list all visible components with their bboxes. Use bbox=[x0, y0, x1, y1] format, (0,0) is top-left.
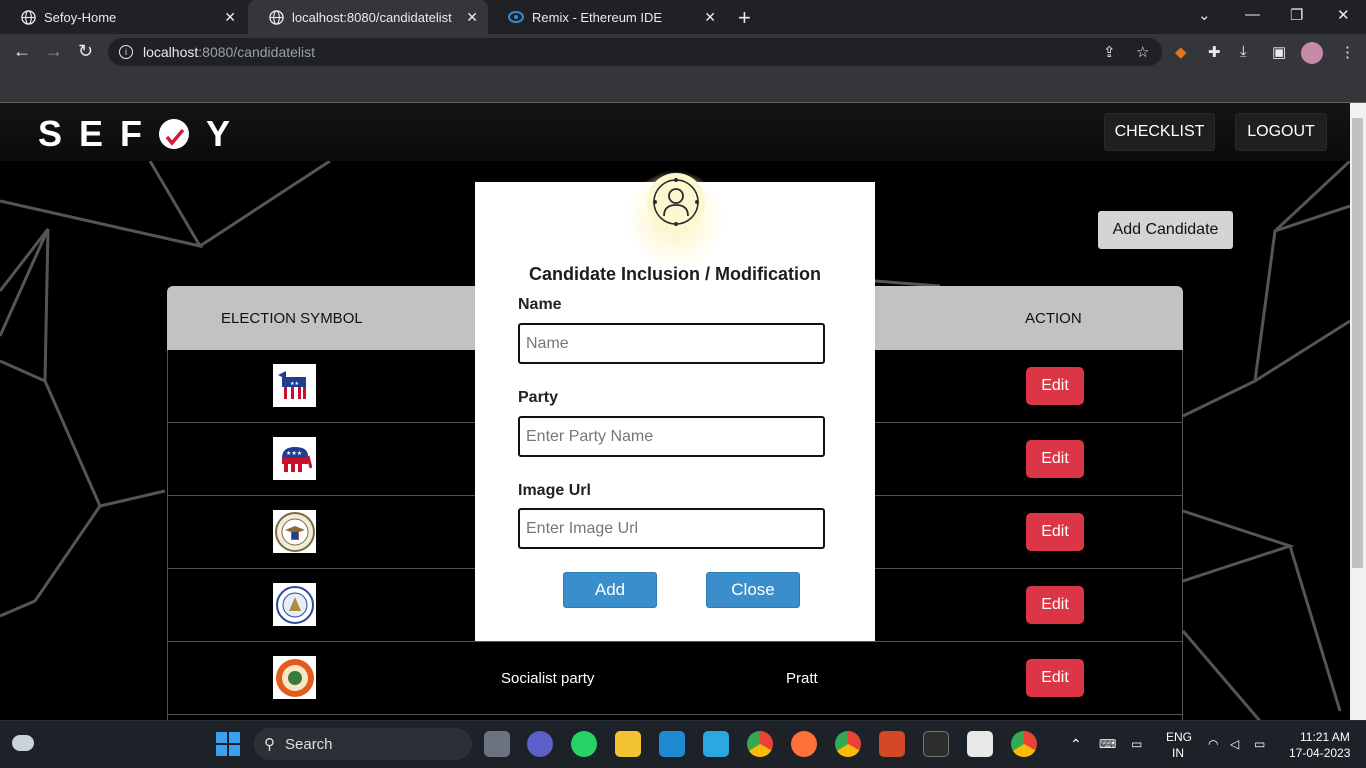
url-path: :8080/candidatelist bbox=[198, 44, 316, 60]
weather-icon[interactable] bbox=[12, 735, 34, 751]
edit-button[interactable]: Edit bbox=[1026, 513, 1084, 551]
image-url-input[interactable] bbox=[518, 508, 825, 549]
menu-icon[interactable]: ⋮ bbox=[1340, 43, 1355, 61]
reload-icon[interactable]: ↻ bbox=[78, 41, 93, 62]
keyboard-icon[interactable]: ⌨ bbox=[1099, 737, 1116, 751]
battery-icon[interactable]: ▭ bbox=[1254, 737, 1265, 751]
snipping-tool-icon[interactable] bbox=[967, 731, 993, 757]
close-icon[interactable]: ✕ bbox=[466, 9, 478, 26]
desktop-icon[interactable] bbox=[703, 731, 729, 757]
party-input[interactable] bbox=[518, 416, 825, 457]
party-label: Party bbox=[518, 389, 559, 406]
tab-title: Remix - Ethereum IDE bbox=[532, 9, 663, 25]
add-candidate-button[interactable]: Add Candidate bbox=[1098, 211, 1233, 249]
volume-icon[interactable]: ◁ bbox=[1230, 737, 1239, 751]
vscode-icon[interactable] bbox=[659, 731, 685, 757]
logo-text: SEF bbox=[38, 113, 160, 154]
extensions-icon[interactable]: ✚ bbox=[1208, 43, 1221, 61]
candidate-modal: Candidate Inclusion / Modification Name … bbox=[475, 170, 875, 641]
logout-button[interactable]: LOGOUT bbox=[1235, 113, 1327, 151]
edit-button[interactable]: Edit bbox=[1026, 659, 1084, 697]
edit-button[interactable]: Edit bbox=[1026, 367, 1084, 405]
language-eng[interactable]: ENG bbox=[1166, 730, 1192, 744]
site-header: SEF Y CHECKLIST LOGOUT bbox=[0, 103, 1350, 161]
profile-avatar[interactable] bbox=[1301, 42, 1323, 64]
clock-date: 17-04-2023 bbox=[1289, 746, 1351, 760]
scrollbar-thumb[interactable] bbox=[1352, 118, 1363, 568]
back-icon[interactable]: ← bbox=[13, 41, 31, 62]
name-label: Name bbox=[518, 296, 562, 313]
donkey-symbol-icon: ★★ bbox=[273, 364, 316, 407]
table-row: Socialist party Pratt Edit bbox=[167, 642, 1183, 715]
check-icon bbox=[159, 119, 190, 149]
touchpad-icon[interactable]: ▭ bbox=[1131, 737, 1142, 751]
windows-start-icon[interactable] bbox=[216, 732, 240, 756]
close-icon[interactable]: ✕ bbox=[704, 9, 716, 26]
metamask-icon[interactable]: ◆ bbox=[1175, 43, 1187, 61]
file-explorer-icon[interactable] bbox=[615, 731, 641, 757]
seal-symbol-icon bbox=[273, 583, 316, 626]
minimize-icon[interactable]: — bbox=[1245, 6, 1260, 23]
clock-time[interactable]: 11:21 AM bbox=[1300, 730, 1350, 744]
search-label: Search bbox=[285, 735, 333, 753]
search-icon: ⚲ bbox=[264, 736, 275, 753]
user-avatar-icon bbox=[647, 173, 705, 231]
terminal-icon[interactable] bbox=[923, 731, 949, 757]
taskbar-search[interactable]: ⚲ Search bbox=[254, 728, 472, 760]
image-url-label: Image Url bbox=[518, 482, 591, 499]
add-button[interactable]: Add bbox=[563, 572, 657, 608]
svg-text:★★: ★★ bbox=[290, 381, 299, 387]
tab-title: localhost:8080/candidatelist bbox=[292, 9, 452, 25]
remix-icon bbox=[508, 9, 524, 25]
name-input[interactable] bbox=[518, 323, 825, 364]
name-cell: Pratt bbox=[786, 670, 818, 687]
tab-sefoy-home[interactable]: Sefoy-Home ✕ bbox=[0, 0, 246, 34]
share-icon[interactable]: ⇪ bbox=[1103, 43, 1116, 61]
elephant-symbol-icon: ★★★ bbox=[273, 437, 316, 480]
party-cell: Socialist party bbox=[501, 670, 595, 687]
chevron-up-icon[interactable]: ⌃ bbox=[1070, 736, 1082, 753]
globe-icon bbox=[20, 9, 36, 25]
bookmark-bar bbox=[0, 70, 1366, 103]
powerpoint-icon[interactable] bbox=[879, 731, 905, 757]
whatsapp-icon[interactable] bbox=[571, 731, 597, 757]
orange-seal-icon bbox=[273, 656, 316, 699]
modal-title: Candidate Inclusion / Modification bbox=[528, 264, 821, 284]
address-bar[interactable]: i localhost:8080/candidatelist bbox=[108, 38, 1162, 66]
globe-icon bbox=[268, 9, 284, 25]
download-icon[interactable]: ⤓ bbox=[1240, 43, 1247, 60]
forward-icon[interactable]: → bbox=[45, 41, 63, 62]
close-icon[interactable]: ✕ bbox=[224, 9, 236, 26]
column-header-symbol: ELECTION SYMBOL bbox=[221, 309, 363, 327]
task-view-icon[interactable] bbox=[484, 731, 510, 757]
chrome-icon[interactable] bbox=[747, 731, 773, 757]
tab-title: Sefoy-Home bbox=[44, 9, 117, 25]
tab-candidatelist[interactable]: localhost:8080/candidatelist ✕ bbox=[248, 0, 488, 34]
bookmark-star-icon[interactable]: ☆ bbox=[1136, 43, 1149, 61]
logo-text-end: Y bbox=[206, 113, 248, 154]
restore-icon[interactable]: ❐ bbox=[1290, 6, 1303, 24]
column-header-action: ACTION bbox=[1025, 309, 1082, 327]
info-icon[interactable]: i bbox=[119, 45, 133, 59]
chrome-profile-icon[interactable] bbox=[835, 731, 861, 757]
tab-remix[interactable]: Remix - Ethereum IDE ✕ bbox=[488, 0, 726, 34]
page-content: SEF Y CHECKLIST LOGOUT Add Candidate ELE… bbox=[0, 103, 1350, 720]
new-tab-button[interactable]: + bbox=[738, 5, 751, 31]
wifi-icon[interactable]: ◠ bbox=[1208, 737, 1218, 751]
language-in: IN bbox=[1172, 746, 1184, 760]
window-close-icon[interactable]: ✕ bbox=[1337, 6, 1350, 24]
logo[interactable]: SEF Y bbox=[38, 113, 247, 155]
svg-text:★★★: ★★★ bbox=[286, 450, 302, 457]
firefox-icon[interactable] bbox=[791, 731, 817, 757]
edit-button[interactable]: Edit bbox=[1026, 586, 1084, 624]
teams-icon[interactable] bbox=[527, 731, 553, 757]
edit-button[interactable]: Edit bbox=[1026, 440, 1084, 478]
side-panel-icon[interactable]: ▣ bbox=[1272, 43, 1286, 61]
chrome-second-icon[interactable] bbox=[1011, 731, 1037, 757]
checklist-button[interactable]: CHECKLIST bbox=[1104, 113, 1215, 151]
close-button[interactable]: Close bbox=[706, 572, 800, 608]
tab-search-icon[interactable]: ⌄ bbox=[1198, 6, 1211, 24]
url-host: localhost bbox=[143, 44, 199, 60]
eagle-seal-icon bbox=[273, 510, 316, 553]
